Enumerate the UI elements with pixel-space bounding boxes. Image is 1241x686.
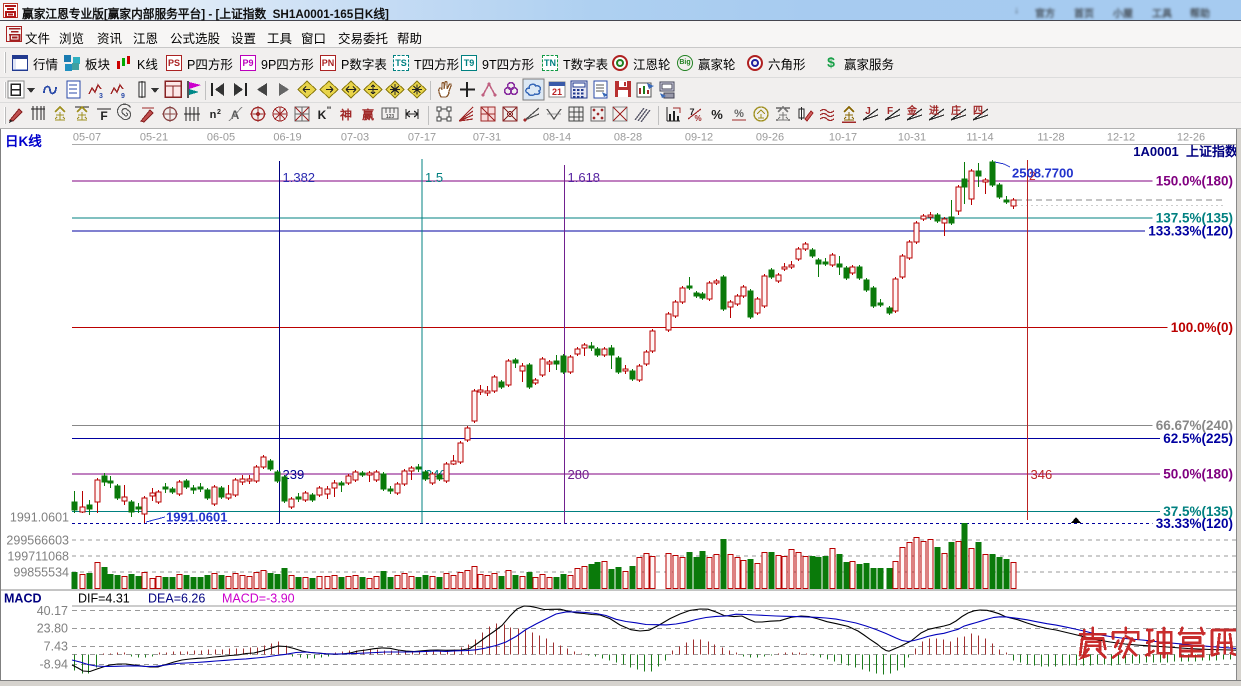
svg-text:299566603: 299566603 bbox=[6, 534, 69, 548]
svg-text:07-31: 07-31 bbox=[473, 132, 501, 144]
svg-text:07-03: 07-03 bbox=[341, 132, 369, 144]
svg-text:1991.0601: 1991.0601 bbox=[166, 510, 227, 525]
svg-text:06-05: 06-05 bbox=[207, 132, 235, 144]
svg-text:9: 9 bbox=[121, 93, 125, 100]
svg-text:DEA=6.26: DEA=6.26 bbox=[148, 592, 205, 606]
svg-text:2508.7700: 2508.7700 bbox=[1012, 166, 1073, 181]
svg-text:11-14: 11-14 bbox=[966, 132, 993, 144]
svg-text:11-28: 11-28 bbox=[1037, 132, 1064, 144]
svg-text:100.0%(0): 100.0%(0) bbox=[1171, 320, 1233, 335]
svg-text:1.618: 1.618 bbox=[568, 170, 601, 185]
svg-text:09-26: 09-26 bbox=[756, 132, 784, 144]
svg-text:四: 四 bbox=[973, 105, 983, 117]
svg-text:09-12: 09-12 bbox=[685, 132, 713, 144]
svg-text:F: F bbox=[100, 109, 107, 123]
svg-text:%: % bbox=[711, 107, 723, 122]
svg-text:123: 123 bbox=[386, 114, 395, 120]
svg-text:2: 2 bbox=[217, 109, 221, 116]
svg-text:%: % bbox=[694, 114, 701, 123]
svg-text:10-17: 10-17 bbox=[829, 132, 857, 144]
svg-text:40.17: 40.17 bbox=[37, 604, 68, 618]
svg-text:MACD=-3.90: MACD=-3.90 bbox=[222, 592, 295, 606]
svg-text:进: 进 bbox=[929, 104, 939, 117]
svg-text:1.382: 1.382 bbox=[283, 170, 316, 185]
svg-text:7.43: 7.43 bbox=[44, 640, 68, 654]
svg-text:3: 3 bbox=[99, 93, 103, 100]
svg-text:99855534: 99855534 bbox=[13, 566, 69, 580]
svg-text:133.33%(120): 133.33%(120) bbox=[1148, 224, 1233, 239]
svg-text:%: % bbox=[734, 108, 744, 120]
svg-text:05-07: 05-07 bbox=[73, 132, 101, 144]
svg-text:12-26: 12-26 bbox=[1177, 132, 1205, 144]
svg-text:-8.94: -8.94 bbox=[40, 658, 69, 672]
svg-text:J: J bbox=[865, 106, 871, 117]
svg-text:199711068: 199711068 bbox=[7, 550, 69, 564]
svg-text:赢: 赢 bbox=[362, 107, 374, 122]
svg-text:DIF=4.31: DIF=4.31 bbox=[78, 592, 130, 606]
svg-text:07-17: 07-17 bbox=[408, 132, 436, 144]
svg-text:05-21: 05-21 bbox=[140, 132, 168, 144]
svg-text:n: n bbox=[210, 109, 217, 121]
svg-text:21: 21 bbox=[552, 87, 562, 97]
svg-text:1.5: 1.5 bbox=[425, 170, 443, 185]
svg-text:50.0%(180): 50.0%(180) bbox=[1163, 467, 1233, 482]
svg-text:10-31: 10-31 bbox=[898, 132, 926, 144]
svg-text:12-12: 12-12 bbox=[1107, 132, 1135, 144]
svg-text:庄: 庄 bbox=[951, 104, 961, 117]
svg-text:150.0%(180): 150.0%(180) bbox=[1156, 174, 1233, 189]
svg-text:神: 神 bbox=[340, 107, 352, 122]
svg-text:F: F bbox=[887, 106, 893, 117]
svg-text:K: K bbox=[318, 108, 327, 122]
svg-text:06-19: 06-19 bbox=[273, 132, 301, 144]
svg-text:'': '' bbox=[327, 105, 331, 115]
svg-text:1991.0601: 1991.0601 bbox=[10, 511, 69, 525]
svg-text:280: 280 bbox=[568, 467, 590, 482]
svg-text:08-28: 08-28 bbox=[614, 132, 642, 144]
svg-text:62.5%(225): 62.5%(225) bbox=[1163, 431, 1233, 446]
svg-text:金: 金 bbox=[906, 104, 918, 117]
svg-text:1A0001 上证指数: 1A0001 上证指数 bbox=[1133, 144, 1239, 159]
svg-text:日K线: 日K线 bbox=[5, 133, 42, 149]
svg-text:346: 346 bbox=[1031, 467, 1053, 482]
svg-text:08-14: 08-14 bbox=[543, 132, 571, 144]
svg-text:23.80: 23.80 bbox=[37, 622, 68, 636]
svg-text:33.33%(120): 33.33%(120) bbox=[1156, 516, 1233, 531]
